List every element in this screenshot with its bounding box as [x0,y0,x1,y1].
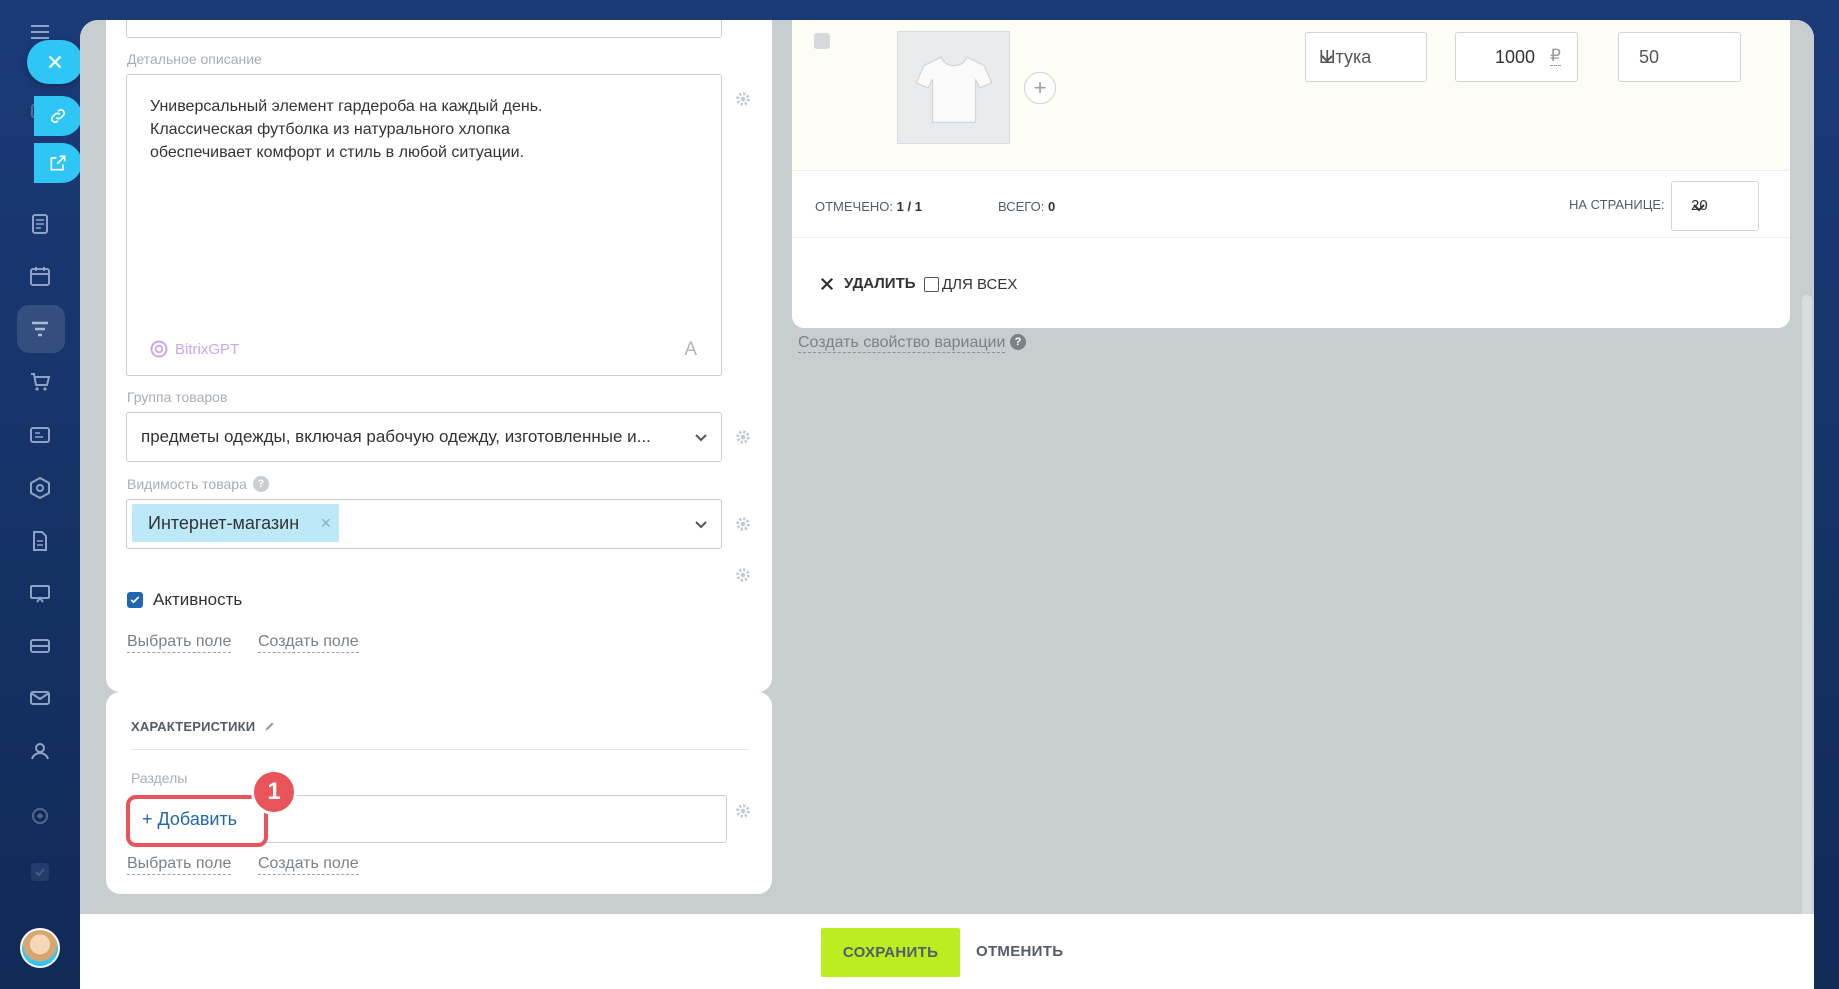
product-group-label: Группа товаров [127,389,228,405]
per-page-select[interactable]: 20 [1671,181,1759,231]
product-group-select[interactable]: предметы одежды, включая рабочую одежду,… [126,412,722,462]
cart-icon[interactable] [26,368,54,396]
row-checkbox[interactable] [814,33,830,49]
remove-tag-icon[interactable]: × [321,504,332,542]
cancel-button[interactable]: ОТМЕНИТЬ [976,943,1063,960]
selected-count: ОТМЕЧЕНО: 1 / 1 [815,199,922,214]
visibility-tag: Интернет-магазин × [132,504,340,542]
save-button[interactable]: СОХРАНИТЬ [821,928,960,977]
file-icon[interactable] [26,527,54,555]
bitrixgpt-label: BitrixGPT [175,340,240,358]
chevron-down-icon [693,516,709,532]
gear-icon[interactable] [734,428,752,446]
name-field[interactable] [126,20,722,38]
gear-icon[interactable] [734,566,752,584]
add-section-highlight: + Добавить [126,795,268,847]
quantity-field[interactable]: 50 [1618,32,1741,82]
user-avatar[interactable] [20,928,60,968]
footer-bar: СОХРАНИТЬ ОТМЕНИТЬ [80,914,1814,989]
per-page-label: НА СТРАНИЦЕ: [1569,197,1665,212]
currency-selector[interactable]: ₽ [1550,46,1561,66]
choose-field-link[interactable]: Выбрать поле [127,632,232,653]
create-field-link[interactable]: Создать поле [258,854,359,875]
description-label: Детальное описание [127,51,262,67]
divider [131,749,749,750]
product-group-value: предметы одежды, включая рабочую одежду,… [141,427,651,446]
for-all-label: ДЛЯ ВСЕХ [942,276,1018,293]
inbox-icon[interactable] [26,632,54,660]
for-all-checkbox[interactable] [924,277,939,292]
delete-label: УДАЛИТЬ [844,275,916,292]
total-value: 0 [1047,199,1056,214]
help-icon[interactable]: ? [1010,334,1026,350]
variation-row: + Штука 1000 ₽ 50 [792,20,1790,171]
funnel-icon[interactable] [26,315,54,343]
gear-icon[interactable] [734,802,752,820]
variations-grid-card: + Штука 1000 ₽ 50 ОТМЕЧЕНО: 1 / 1 ВСЕГО:… [792,20,1790,328]
chevron-down-icon [1319,50,1335,66]
activity-checkbox[interactable] [127,592,143,608]
gear-icon[interactable] [734,515,752,533]
close-icon [48,55,62,69]
check-icon[interactable] [26,858,54,886]
characteristics-card: ХАРАКТЕРИСТИКИ Разделы + Добавить 1 Выбр… [106,692,772,894]
help-icon[interactable]: ? [252,476,269,492]
left-sidebar [0,0,83,989]
visibility-label: Видимость товара [127,476,247,492]
unit-select[interactable]: Штука [1305,32,1427,82]
grid-actions-row: УДАЛИТЬ ДЛЯ ВСЕХ [792,238,1790,328]
mail-icon[interactable] [26,684,54,712]
close-slider-button[interactable] [27,40,83,84]
selected-value: 1 / 1 [896,199,922,214]
add-image-button[interactable]: + [1024,72,1056,104]
quantity-value: 50 [1639,47,1660,67]
presentation-icon[interactable] [26,580,54,608]
external-link-icon [50,155,66,171]
text-format-icon[interactable]: A [684,339,697,361]
contact-card-icon[interactable] [26,421,54,449]
total-count: ВСЕГО: 0 [998,199,1055,214]
activity-label: Активность [153,590,243,609]
tshirt-image-icon [914,55,993,123]
delete-button[interactable]: УДАЛИТЬ [820,275,916,292]
chevron-down-icon [1691,199,1707,215]
characteristics-title: ХАРАКТЕРИСТИКИ [131,719,256,734]
hexagon-icon[interactable] [26,474,54,502]
bitrixgpt-button[interactable]: BitrixGPT [149,339,239,359]
step-badge: 1 [251,769,297,815]
chevron-down-icon [693,429,709,445]
sections-label: Разделы [131,770,188,786]
visibility-tag-label: Интернет-магазин [148,513,300,533]
selected-label: ОТМЕЧЕНО: [815,199,893,214]
description-textarea[interactable]: Универсальный элемент гардероба на кажды… [126,74,722,376]
product-slider-panel: Детальное описание Универсальный элемент… [80,20,1814,989]
price-value: 1000 [1494,47,1535,67]
add-section-button[interactable]: + Добавить [142,809,237,830]
scrollbar[interactable] [1802,295,1812,985]
link-icon [51,109,65,123]
pencil-icon[interactable] [263,720,276,733]
grid-stats-row: ОТМЕЧЕНО: 1 / 1 ВСЕГО: 0 НА СТРАНИЦЕ: 20 [792,171,1790,238]
price-field[interactable]: 1000 ₽ [1455,32,1578,82]
bitrixgpt-icon [150,340,168,358]
total-label: ВСЕГО: [998,199,1045,214]
choose-field-link[interactable]: Выбрать поле [127,854,232,875]
variation-image[interactable] [897,31,1010,144]
calendar-icon[interactable] [26,262,54,290]
settings-icon[interactable] [26,802,54,830]
create-variation-property-link[interactable]: Создать свойство вариации [798,333,1006,353]
main-fields-card: Детальное описание Универсальный элемент… [106,20,772,692]
visibility-label-row: Видимость товара ? [127,476,269,492]
users-icon[interactable] [26,737,54,765]
characteristics-title-row: ХАРАКТЕРИСТИКИ [131,719,276,734]
close-icon [820,277,834,290]
visibility-select[interactable]: Интернет-магазин × [126,499,722,549]
copy-link-button[interactable] [34,96,82,136]
document-icon[interactable] [26,210,54,238]
description-text: Универсальный элемент гардероба на кажды… [150,98,543,161]
create-field-link[interactable]: Создать поле [258,632,359,653]
open-new-window-button[interactable] [34,143,82,183]
gear-icon[interactable] [734,90,752,108]
